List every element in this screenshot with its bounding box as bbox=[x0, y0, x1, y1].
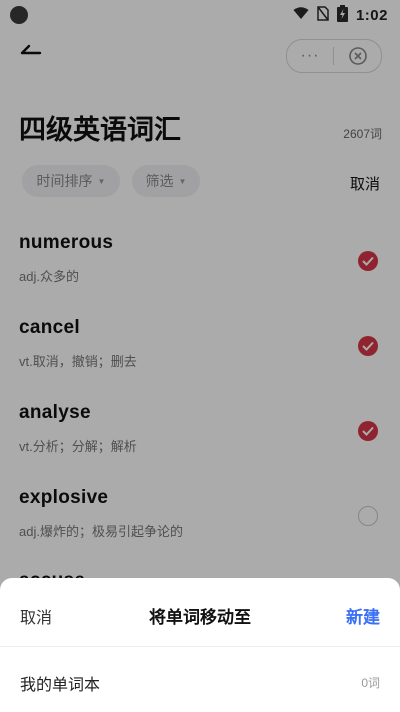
wordbook-name: 我的单词本 bbox=[20, 677, 101, 694]
wordbook-list-item[interactable]: 我的单词本 0词 bbox=[0, 647, 400, 712]
new-wordbook-button[interactable]: 新建 bbox=[346, 603, 380, 628]
wordbook-count: 0词 bbox=[361, 676, 380, 690]
move-to-bottom-sheet: 将单词移动至 取消 新建 我的单词本 0词 bbox=[0, 578, 400, 712]
sheet-title: 将单词移动至 bbox=[149, 608, 251, 627]
sheet-cancel-button[interactable]: 取消 bbox=[20, 604, 52, 628]
